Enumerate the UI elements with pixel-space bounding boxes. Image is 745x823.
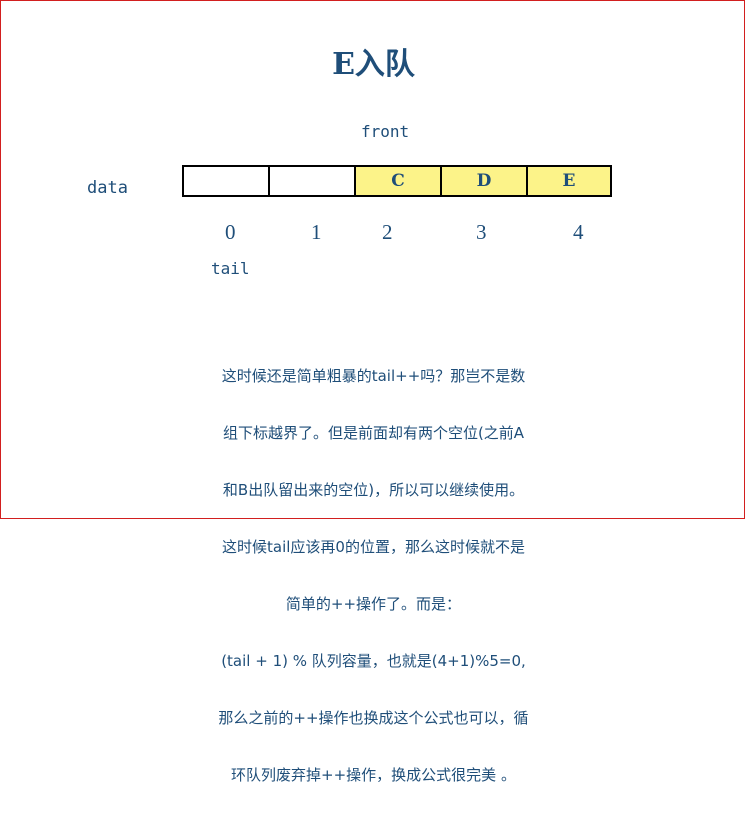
explanation-line: 和B出队留出来的空位)，所以可以继续使用。 (222, 481, 525, 499)
front-pointer-label: front (361, 122, 410, 141)
slide-title: E入队 (332, 47, 415, 82)
slide-frame: E入队 front data C D E 0 1 2 3 4 tail 这时候还… (0, 0, 745, 784)
array-cell-1 (270, 167, 356, 195)
array-index-4: 4 (573, 220, 584, 244)
explanation-line: 简单的++操作了。而是： (285, 595, 462, 613)
array-index-1: 1 (311, 220, 322, 244)
array-index-0: 0 (225, 220, 236, 244)
array-cell-2: C (356, 167, 442, 195)
explanation-line: 环队列废弃掉++操作，换成公式很完美 。 (231, 766, 516, 784)
explanation-line: 这时候还是简单粗暴的tail++吗？那岂不是数 (221, 367, 526, 385)
explanation-line: (tail + 1) % 队列容量，也就是(4+1)%5=0, (221, 652, 526, 670)
explanation-line: 这时候tail应该再0的位置，那么这时候就不是 (222, 538, 525, 556)
array-cell-3: D (442, 167, 528, 195)
array-index-3: 3 (476, 220, 487, 244)
array-index-2: 2 (382, 220, 393, 244)
explanation-line: 组下标越界了。但是前面却有两个空位(之前A (222, 424, 525, 442)
explanation-text: 这时候还是简单粗暴的tail++吗？那岂不是数 组下标越界了。但是前面却有两个空… (151, 329, 596, 823)
tail-pointer-label: tail (211, 259, 250, 278)
data-array-label: data (87, 178, 128, 198)
queue-array: C D E (182, 165, 612, 197)
array-cell-4: E (528, 167, 610, 195)
explanation-line: 那么之前的++操作也换成这个公式也可以，循 (218, 709, 529, 727)
array-cell-0 (184, 167, 270, 195)
